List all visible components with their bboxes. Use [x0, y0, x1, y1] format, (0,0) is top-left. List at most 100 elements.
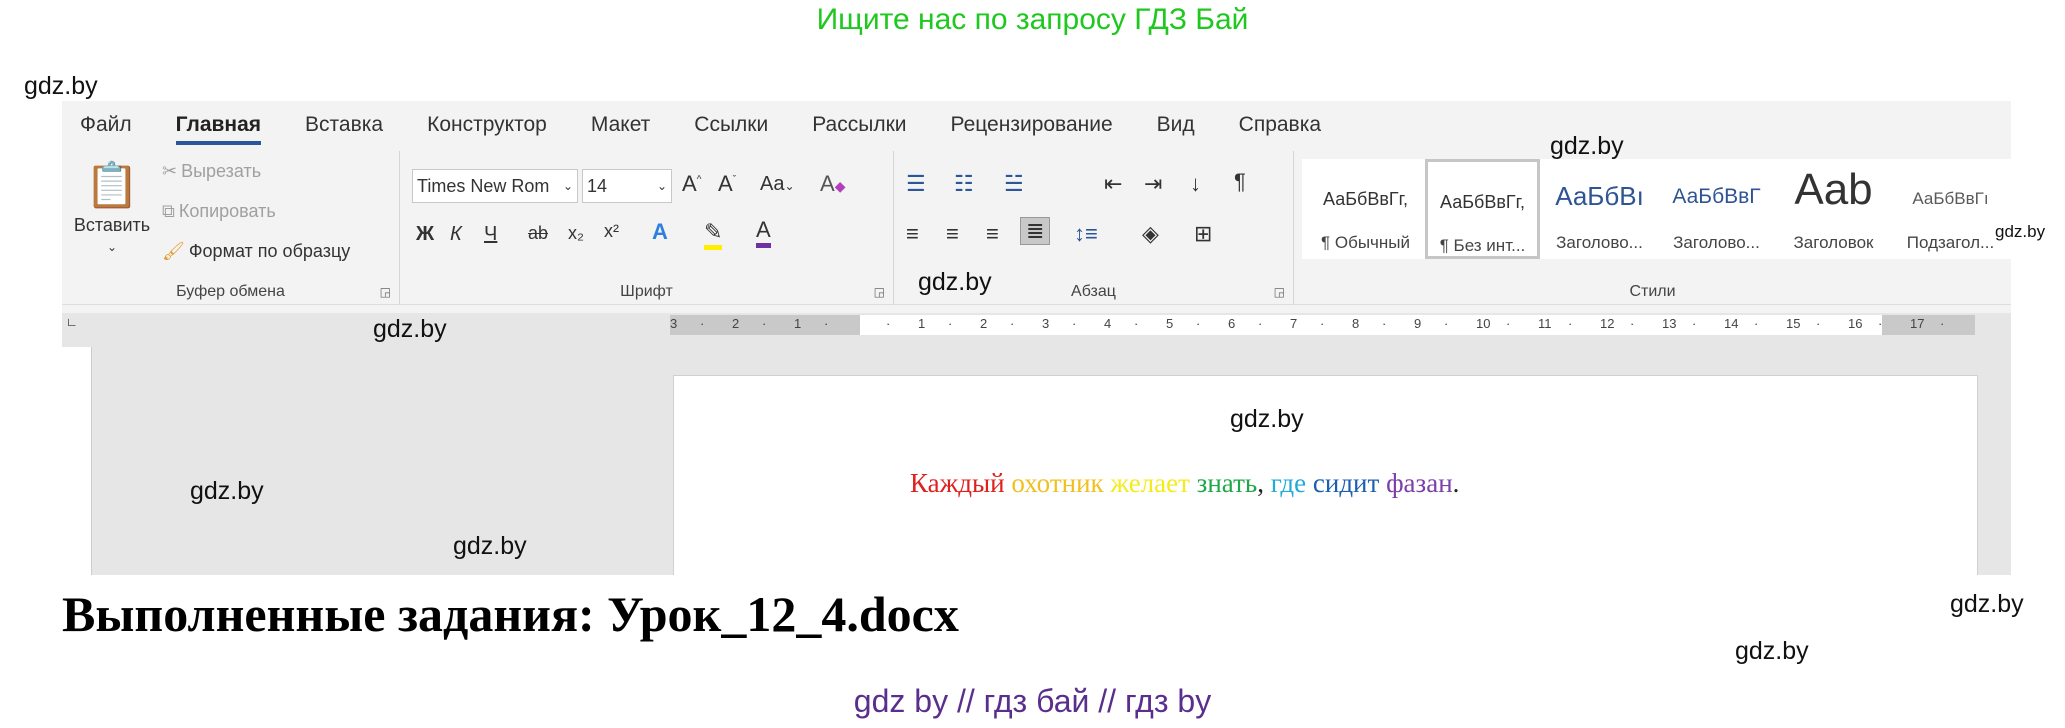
ruler-tick: ·	[1940, 316, 1945, 331]
chevron-down-icon: ⌄	[562, 179, 573, 193]
format-painter-label: Формат по образцу	[188, 241, 351, 261]
tab-2[interactable]: Вставка	[305, 113, 383, 137]
increase-indent-icon[interactable]: ⇥	[1144, 171, 1162, 197]
style-preview: Aab	[1794, 165, 1873, 214]
document-text[interactable]: Каждый охотник желает знать, где сидит ф…	[910, 468, 1459, 499]
format-painter-button[interactable]: 🖌 Формат по образцу	[162, 241, 350, 262]
ruler-number: 14	[1724, 316, 1739, 331]
ruler-tick: ·	[700, 316, 705, 331]
watermark: gdz.by	[1230, 405, 1304, 433]
text-effects-icon[interactable]: A	[652, 219, 668, 245]
group-label: Буфер обмена	[176, 283, 285, 300]
horizontal-ruler[interactable]: ∟ 3 · 2 · 1 · · 1 · 2 · 3 · 4 · 5 · 6 · 7 · 8 · 9 · 10 · 11 · 12 · 13 · 1…	[62, 313, 2011, 337]
font-name-select[interactable]: Times New Rom ⌄	[412, 169, 578, 203]
subscript-button[interactable]: x₂	[568, 223, 584, 244]
numbering-icon[interactable]: ☷	[954, 171, 974, 197]
ruler-tick: ·	[1816, 316, 1821, 331]
ruler-number: 5	[1166, 316, 1174, 331]
dialog-launcher-icon[interactable]: ◲	[380, 285, 391, 299]
multilevel-list-icon[interactable]: ☱	[1004, 171, 1024, 197]
line-spacing-icon[interactable]: ↕≡	[1074, 221, 1098, 247]
document-area: Каждый охотник желает знать, где сидит ф…	[62, 337, 2011, 575]
sort-icon[interactable]: ↓	[1190, 171, 1201, 197]
ruler-number: 1	[918, 316, 926, 331]
underline-button[interactable]: Ч	[484, 223, 497, 246]
watermark: gdz.by	[1995, 222, 2046, 241]
watermark: gdz.by	[1735, 637, 1809, 665]
borders-icon[interactable]: ⊞	[1194, 221, 1212, 247]
ruler-number: 12	[1600, 316, 1615, 331]
shrink-font-icon[interactable]: Aˇ	[718, 171, 736, 197]
ruler-tick: ·	[1258, 316, 1263, 331]
ruler-number: 3	[1042, 316, 1050, 331]
ruler-tick: ·	[1568, 316, 1573, 331]
style-preview: АаБбВı	[1555, 181, 1644, 211]
ruler-tick: ·	[1878, 316, 1883, 331]
cut-button[interactable]: ✂ Вырезать	[162, 161, 261, 182]
tab-5[interactable]: Ссылки	[694, 113, 768, 137]
align-right-icon[interactable]: ≡	[986, 221, 999, 247]
group-label: Шрифт	[620, 283, 673, 300]
font-name-value: Times New Rom	[417, 175, 550, 196]
style-item[interactable]: АаБбВвГг, ¶ Обычный	[1308, 159, 1423, 259]
tab-8[interactable]: Вид	[1157, 113, 1195, 137]
tab-1[interactable]: Главная	[175, 113, 262, 145]
tab-4[interactable]: Макет	[591, 113, 650, 137]
decrease-indent-icon[interactable]: ⇤	[1104, 171, 1122, 197]
style-item[interactable]: АаБбВвГı Подзагол...	[1893, 159, 2008, 259]
paste-button[interactable]: 📋 Вставить ⌄	[72, 159, 152, 254]
tab-selector-icon[interactable]: ∟	[66, 315, 78, 329]
grow-font-icon[interactable]: A^	[682, 171, 701, 197]
clear-formatting-icon[interactable]: A◆	[820, 171, 845, 197]
style-name: Подзагол...	[1906, 233, 1995, 252]
copy-icon: ⧉	[162, 201, 175, 221]
word: Каждый	[910, 468, 1005, 498]
bullets-icon[interactable]: ☰	[906, 171, 926, 197]
italic-button[interactable]: К	[450, 223, 462, 246]
tab-3[interactable]: Конструктор	[427, 113, 547, 137]
word: охотник	[1004, 468, 1104, 498]
shading-icon[interactable]: ◈	[1142, 221, 1159, 247]
ruler-tick: ·	[1196, 316, 1201, 331]
show-marks-button[interactable]: ¶	[1234, 169, 1246, 195]
ruler-number: 10	[1476, 316, 1491, 331]
style-item[interactable]: АаБбВı Заголово...	[1542, 159, 1657, 259]
dialog-launcher-icon[interactable]: ◲	[1274, 285, 1285, 299]
font-color-icon[interactable]: A	[756, 217, 771, 248]
tab-6[interactable]: Рассылки	[812, 113, 906, 137]
dialog-launcher-icon[interactable]: ◲	[874, 285, 885, 299]
bold-button[interactable]: Ж	[416, 223, 434, 246]
ruler-number: 8	[1352, 316, 1360, 331]
word: ,	[1257, 468, 1264, 498]
justify-icon[interactable]: ≣	[1020, 217, 1051, 245]
ruler-numbers: 3 · 2 · 1 · · 1 · 2 · 3 · 4 · 5 · 6 · 7 · 8 · 9 · 10 · 11 · 12 · 13 · 14 ·…	[670, 316, 1975, 336]
tab-9[interactable]: Справка	[1239, 113, 1321, 137]
align-center-icon[interactable]: ≡	[946, 221, 959, 247]
ruler-tick: ·	[762, 316, 767, 331]
font-size-select[interactable]: 14 ⌄	[582, 169, 672, 203]
tab-7[interactable]: Рецензирование	[951, 113, 1113, 137]
style-item[interactable]: АаБбВвГг, ¶ Без инт...	[1425, 159, 1540, 259]
style-preview: АаБбВвГг,	[1439, 192, 1526, 212]
ruler-number: 2	[732, 316, 740, 331]
ruler-tick: ·	[1010, 316, 1015, 331]
tab-0[interactable]: Файл	[80, 113, 132, 137]
change-case-button[interactable]: Aa⌄	[760, 173, 795, 196]
chevron-down-icon: ⌄	[106, 240, 118, 254]
align-left-icon[interactable]: ≡	[906, 221, 919, 247]
footer-text: gdz by // гдз бай // гдз by	[853, 683, 1212, 719]
word: сидит	[1306, 468, 1380, 498]
style-preview: АаБбВвГı	[1912, 189, 1989, 208]
document-page[interactable]: Каждый охотник желает знать, где сидит ф…	[673, 375, 1978, 575]
vertical-ruler[interactable]	[62, 347, 92, 575]
strikethrough-button[interactable]: ab	[528, 223, 548, 244]
highlight-icon[interactable]: ✎	[704, 219, 723, 250]
group-label: Стили	[1629, 283, 1676, 300]
copy-button[interactable]: ⧉ Копировать	[162, 201, 276, 222]
superscript-button[interactable]: x²	[604, 221, 619, 242]
ruler-number: 3	[670, 316, 678, 331]
style-item[interactable]: АаБбВвГ Заголово...	[1659, 159, 1774, 259]
style-item[interactable]: Aab Заголовок	[1776, 159, 1891, 259]
watermark: gdz.by	[373, 315, 447, 343]
ruler-number: 1	[794, 316, 802, 331]
